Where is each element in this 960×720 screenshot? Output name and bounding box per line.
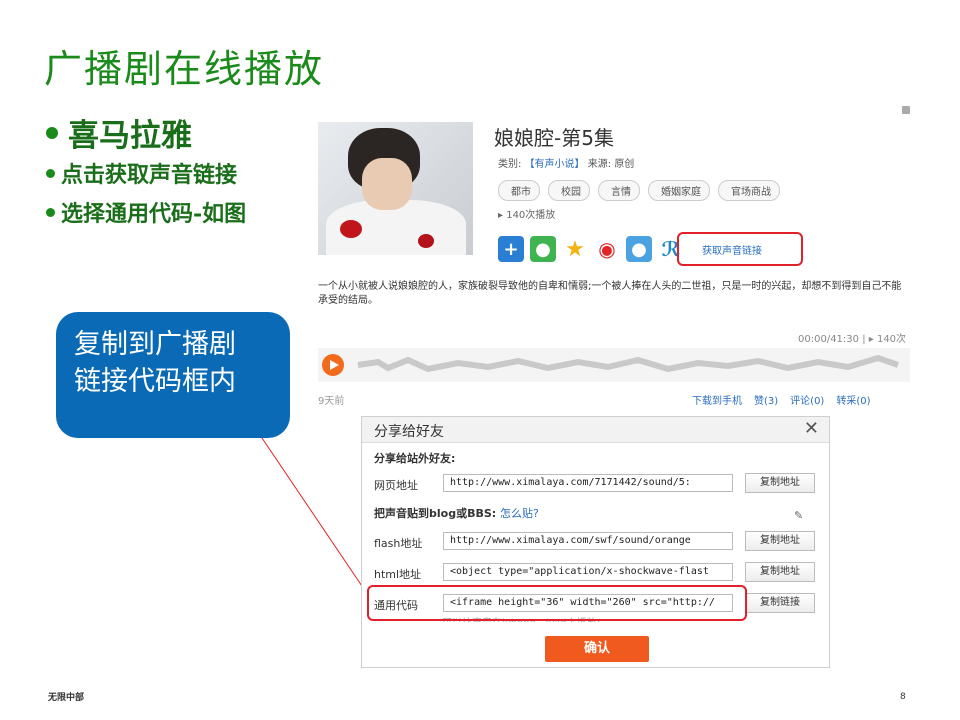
bullet-1: 喜马拉雅: [46, 110, 192, 155]
close-icon[interactable]: ✕: [804, 418, 819, 439]
page-url-field[interactable]: http://www.ximalaya.com/7171442/sound/5:: [443, 474, 733, 492]
sound-description: 一个从小就被人说娘娘腔的人，家族破裂导致他的自卑和懦弱;一个被人捧在人头的二世祖…: [318, 281, 902, 306]
like-link[interactable]: 赞(3): [754, 392, 778, 407]
section-blog-bbs: 把声音贴到blog或BBS: 怎么贴?: [374, 507, 539, 520]
callout-line-2: 链接代码框内: [74, 366, 236, 397]
qq-icon[interactable]: ●: [626, 236, 652, 262]
posted-time: 9天前: [318, 396, 345, 407]
dialog-title: 分享给好友: [374, 424, 444, 440]
tag[interactable]: 官场商战: [718, 180, 780, 201]
download-link[interactable]: 下载到手机: [692, 392, 742, 407]
tag[interactable]: 校园: [548, 180, 590, 201]
copy-flash-url-button[interactable]: 复制地址: [745, 531, 815, 551]
pencil-icon: ✎: [794, 509, 804, 522]
flash-url-label: flash地址: [374, 537, 423, 550]
bullet-dot-icon: [46, 126, 58, 139]
source-value: 原创: [614, 159, 635, 170]
page-number: 8: [900, 692, 906, 702]
bullet-dot-icon: [46, 168, 55, 178]
bullet-2: 点击获取声音链接: [46, 157, 237, 189]
tag-list: 都市 校园 言情 婚姻家庭 官场商战: [498, 180, 780, 201]
sound-title: 娘娘腔-第5集: [494, 126, 614, 150]
sound-meta: 类别: 【有声小说】 来源: 原创: [498, 155, 634, 170]
time-readout: 00:00/41:30 | ▸ 140次: [798, 334, 907, 345]
copy-html-url-button[interactable]: 复制地址: [745, 562, 815, 582]
bullet-3: 选择通用代码-如图: [46, 196, 246, 228]
confirm-button[interactable]: 确认: [545, 636, 649, 662]
html-url-label: html地址: [374, 568, 422, 581]
copy-generic-code-button[interactable]: 复制链接: [745, 593, 815, 613]
category-link[interactable]: 【有声小说】: [525, 159, 585, 170]
highlight-get-link: [677, 232, 803, 266]
play-count: ▸ 140次播放: [498, 210, 556, 221]
waveform-icon: [357, 354, 899, 373]
page-url-label: 网页地址: [374, 479, 418, 492]
sound-actions: 下载到手机 赞(3) 评论(0) 转采(0): [692, 392, 871, 407]
sound-cover-image[interactable]: [318, 122, 473, 255]
lock-icon: [902, 106, 910, 114]
share-dialog: 分享给好友 ✕ 分享给站外好友: 网页地址 http://www.ximalay…: [361, 416, 830, 668]
sound-page-screenshot: 娘娘腔-第5集 类别: 【有声小说】 来源: 原创 都市 校园 言情 婚姻家庭 …: [308, 100, 912, 410]
html-url-field[interactable]: <object type="application/x-shockwave-fl…: [443, 563, 733, 581]
section-external-share: 分享给站外好友:: [374, 452, 456, 465]
slide-title: 广播剧在线播放: [44, 47, 325, 91]
play-button[interactable]: [322, 354, 344, 376]
how-to-link[interactable]: 怎么贴?: [500, 507, 539, 520]
source-label: 来源:: [587, 159, 612, 170]
wechat-icon[interactable]: ●: [530, 236, 556, 262]
qzone-icon[interactable]: ★: [562, 236, 588, 262]
flash-url-field[interactable]: http://www.ximalaya.com/swf/sound/orange: [443, 532, 733, 550]
tag[interactable]: 都市: [498, 180, 540, 201]
tag[interactable]: 言情: [598, 180, 640, 201]
bullet-3-text: 选择通用代码-如图: [61, 201, 247, 227]
bullet-2-text: 点击获取声音链接: [61, 162, 238, 188]
dialog-header: 分享给好友 ✕: [362, 417, 829, 443]
share-icons: + ● ★ ◉ ● ℛ: [498, 236, 684, 262]
comment-link[interactable]: 评论(0): [790, 392, 824, 407]
repost-link[interactable]: 转采(0): [836, 392, 870, 407]
callout-line-1: 复制到广播剧: [74, 329, 236, 360]
bullet-dot-icon: [46, 207, 55, 217]
bullet-1-text: 喜马拉雅: [68, 118, 192, 154]
category-label: 类别:: [498, 159, 522, 170]
tag[interactable]: 婚姻家庭: [648, 180, 710, 201]
plus-icon[interactable]: +: [498, 236, 524, 262]
weibo-icon[interactable]: ◉: [594, 236, 620, 262]
highlight-generic-code: [367, 585, 747, 621]
waveform-player[interactable]: [318, 348, 910, 382]
callout-box: 复制到广播剧 链接代码框内: [56, 312, 290, 438]
copy-page-url-button[interactable]: 复制地址: [745, 473, 815, 493]
footer-text: 无限中部: [48, 693, 85, 703]
